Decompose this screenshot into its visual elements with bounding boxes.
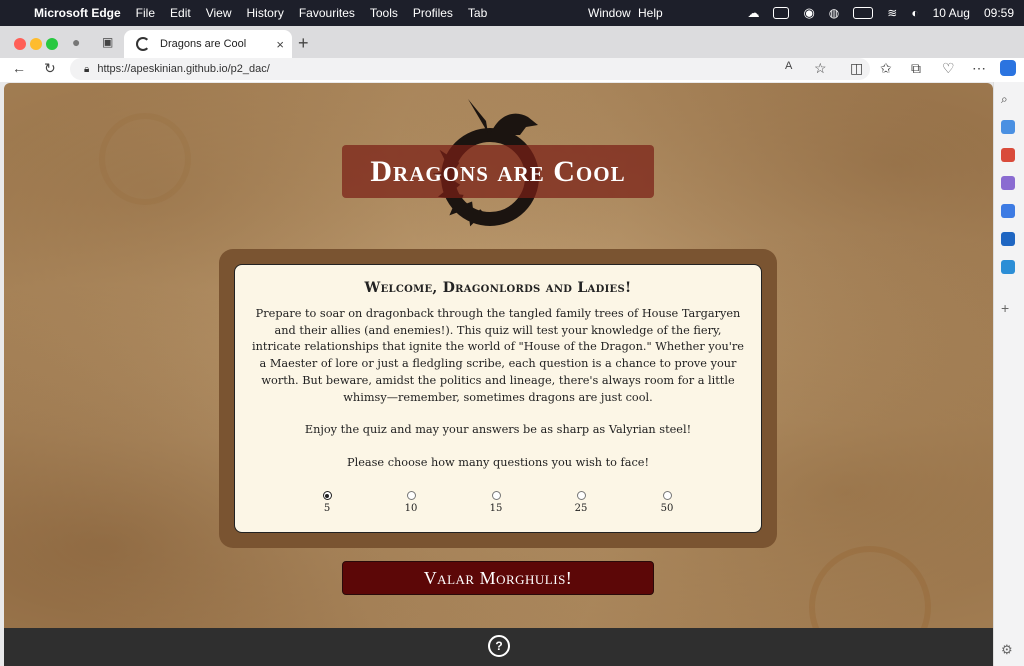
clock-time[interactable]: 09:59 <box>984 6 1014 20</box>
favorite-star-icon[interactable]: ☆ <box>814 60 827 77</box>
gamepad-icon[interactable]: ◍ <box>829 6 839 20</box>
radio-button[interactable] <box>406 491 416 500</box>
menu-file[interactable]: File <box>136 6 155 20</box>
menu-help[interactable]: Help <box>638 6 663 20</box>
tab-strip: ● ▣ Dragons are Cool × + <box>0 26 1024 58</box>
browser-toolbar: ← ↻ 🔒︎ https://apeskinian.github.io/p2_d… <box>0 58 1024 82</box>
maximize-window-button[interactable] <box>46 38 58 50</box>
tab-dragons-are-cool[interactable]: Dragons are Cool × <box>124 30 292 58</box>
loading-icon <box>136 37 150 51</box>
control-center-icon[interactable]: ◐ <box>911 6 918 20</box>
help-icon[interactable]: ? <box>488 635 510 657</box>
radio-button[interactable] <box>576 491 586 500</box>
macos-menubar: Microsoft Edge File Edit View History Fa… <box>0 0 1024 26</box>
search-icon[interactable]: ⌕ <box>1001 92 1015 106</box>
add-sidebar-app-icon[interactable]: + <box>1001 300 1015 316</box>
tag-icon[interactable] <box>1001 120 1015 134</box>
menu-tab[interactable]: Tab <box>468 6 487 20</box>
read-aloud-icon[interactable]: A <box>785 60 792 72</box>
menu-edit[interactable]: Edit <box>170 6 191 20</box>
welcome-heading: Welcome, Dragonlords and Ladies! <box>364 280 632 296</box>
address-bar[interactable]: 🔒︎ https://apeskinian.github.io/p2_dac/ <box>70 58 870 80</box>
menu-tools[interactable]: Tools <box>370 6 398 20</box>
favourites-icon[interactable]: ✩ <box>880 60 892 77</box>
tools-icon[interactable] <box>1001 148 1015 162</box>
clock-date[interactable]: 10 Aug <box>933 6 970 20</box>
radio-50[interactable]: 50 <box>657 491 677 514</box>
menu-favourites[interactable]: Favourites <box>299 6 355 20</box>
lock-icon[interactable]: 🔒︎ <box>84 64 89 75</box>
radio-10[interactable]: 10 <box>401 491 421 514</box>
new-tab-button[interactable]: + <box>298 33 309 54</box>
collections-icon[interactable]: ⧉ <box>911 60 921 77</box>
minimize-window-button[interactable] <box>30 38 42 50</box>
close-tab-icon[interactable]: × <box>276 37 284 52</box>
menu-profiles[interactable]: Profiles <box>413 6 453 20</box>
radio-15[interactable]: 15 <box>486 491 506 514</box>
question-count-options: 5 10 15 25 50 <box>235 491 763 521</box>
games-icon[interactable] <box>1001 176 1015 190</box>
more-options-icon[interactable]: ⋯ <box>972 60 986 77</box>
enjoy-text: Enjoy the quiz and may your answers be a… <box>304 423 692 437</box>
page-footer: ? <box>4 628 993 666</box>
copilot-icon[interactable] <box>1000 60 1016 76</box>
outlook-icon[interactable] <box>1001 232 1015 246</box>
coffee-stain <box>809 546 931 628</box>
window-icon[interactable] <box>773 7 790 19</box>
back-icon[interactable]: ← <box>12 60 26 76</box>
browser-essentials-icon[interactable]: ♡ <box>942 60 955 77</box>
radio-25[interactable]: 25 <box>571 491 591 514</box>
url-text[interactable]: https://apeskinian.github.io/p2_dac/ <box>97 63 269 75</box>
radio-label: 10 <box>404 503 418 514</box>
radio-label: 5 <box>323 503 331 514</box>
page-viewport: Dragons are Cool Welcome, Dragonlords an… <box>4 83 993 628</box>
radio-5[interactable]: 5 <box>317 491 337 514</box>
office-icon[interactable] <box>1001 204 1015 218</box>
radio-button[interactable] <box>662 491 672 500</box>
record-icon[interactable]: ◉ <box>803 5 814 21</box>
tab-actions-icon[interactable]: ▣ <box>102 35 113 49</box>
welcome-card: Welcome, Dragonlords and Ladies! Prepare… <box>234 264 762 533</box>
radio-label: 15 <box>489 503 503 514</box>
tab-title: Dragons are Cool <box>160 38 247 50</box>
settings-gear-icon[interactable]: ⚙ <box>1001 642 1015 657</box>
refresh-icon[interactable]: ↻ <box>44 60 56 77</box>
telegram-icon[interactable] <box>1001 260 1015 274</box>
page-title: Dragons are Cool <box>370 154 626 188</box>
coffee-stain <box>99 113 191 205</box>
edge-sidebar: ⌕ + ⚙ <box>993 82 1024 666</box>
menu-window[interactable]: Window <box>588 6 631 20</box>
close-window-button[interactable] <box>14 38 26 50</box>
profile-icon[interactable]: ● <box>72 34 80 50</box>
menubar-status-area: ☁ ◉ ◍ ≋ ◐ 10 Aug 09:59 <box>747 0 1014 26</box>
radio-label: 25 <box>574 503 588 514</box>
wifi-icon[interactable]: ≋ <box>887 6 897 20</box>
intro-text: Prepare to soar on dragonback through th… <box>252 307 744 404</box>
radio-button[interactable] <box>491 491 501 500</box>
cloud-icon[interactable]: ☁ <box>747 6 759 20</box>
radio-label: 50 <box>660 503 674 514</box>
battery-icon[interactable] <box>853 7 874 19</box>
menu-app-name[interactable]: Microsoft Edge <box>34 6 121 20</box>
menu-view[interactable]: View <box>206 6 232 20</box>
split-screen-icon[interactable]: ◫ <box>850 60 863 77</box>
site-title-banner: Dragons are Cool <box>342 145 654 198</box>
choose-text: Please choose how many questions you wis… <box>346 455 650 469</box>
radio-button-selected[interactable] <box>322 491 332 500</box>
menu-history[interactable]: History <box>247 6 284 20</box>
start-quiz-button[interactable]: Valar Morghulis! <box>342 561 654 595</box>
